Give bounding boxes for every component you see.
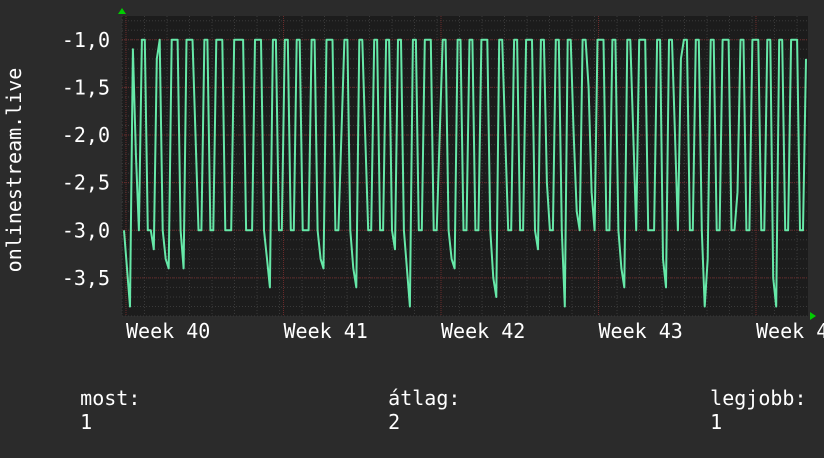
y-tick-label: -2,0 <box>62 123 110 147</box>
x-tick-label: Week 41 <box>284 319 368 343</box>
best-number: 1 <box>710 410 723 434</box>
average-number: 2 <box>388 410 401 434</box>
average-value: átlag: 2 <box>340 362 460 458</box>
y-tick-labels: -1,0 -1,5 -2,0 -2,5 -3,0 -3,5 <box>62 28 110 290</box>
current-number: 1 <box>80 410 93 434</box>
best-label: legjobb: <box>710 386 807 410</box>
x-tick-label: Week 40 <box>126 319 210 343</box>
current-value: most: 1 <box>32 362 140 458</box>
x-tick-labels: Week 40 Week 41 Week 42 Week 43 Week 4 <box>126 319 824 343</box>
best-value: legjobb: 1 <box>662 362 807 458</box>
y-tick-label: -3,0 <box>62 218 110 242</box>
x-tick-label: Week 43 <box>599 319 683 343</box>
y-axis-title: onlinestream.live <box>2 68 26 273</box>
x-tick-label: Week 42 <box>441 319 525 343</box>
y-tick-label: -1,5 <box>62 75 110 99</box>
y-axis-arrow <box>118 8 126 14</box>
y-tick-label: -3,5 <box>62 266 110 290</box>
average-label: átlag: <box>388 386 461 410</box>
current-label: most: <box>80 386 141 410</box>
y-tick-label: -2,5 <box>62 171 110 195</box>
chart-svg: -1,0-1,5-2,0-2,5-3,0-3,5 Week 40 Week 41 W… <box>2 8 824 343</box>
chart: -1,0 -1,5 -2,0 -2,5 -3,0 -3,5 Week 40 Week 41 W… <box>0 0 824 434</box>
x-tick-label: Week 4 <box>756 319 824 343</box>
y-tick-label: -1,0 <box>62 28 110 52</box>
